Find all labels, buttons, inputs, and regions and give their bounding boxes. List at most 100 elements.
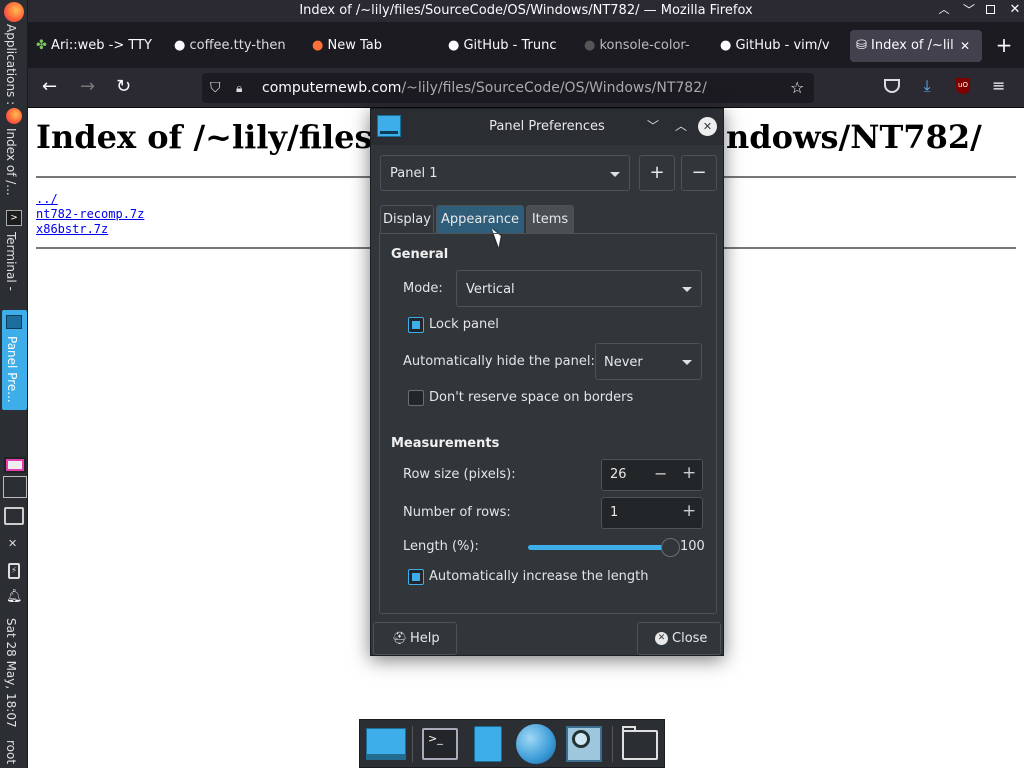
panel-select[interactable]: Panel 1 [380, 155, 630, 191]
auto-length-checkbox[interactable] [408, 569, 424, 585]
pocket-icon[interactable] [884, 79, 900, 93]
forward-icon[interactable]: → [80, 77, 100, 97]
tab-coffee[interactable]: ● coffee.tty-then [174, 30, 304, 62]
reserve-space-checkbox[interactable] [408, 390, 424, 406]
row-size-spinbox[interactable]: 26 − + [601, 459, 703, 491]
lock-icon[interactable]: 🔒︎ [236, 73, 242, 103]
maximize-icon[interactable] [986, 5, 995, 14]
rows-increment-button[interactable]: + [682, 501, 698, 521]
window-title: Index of /~lily/files/SourceCode/OS/Wind… [299, 3, 753, 18]
dialog-close-icon[interactable]: ✕ [698, 117, 717, 136]
reserve-space-label[interactable]: Don't reserve space on borders [429, 390, 633, 405]
bookmark-star-icon[interactable]: ☆ [790, 73, 804, 103]
file-manager-launcher-icon[interactable] [470, 724, 510, 764]
network-icon[interactable] [4, 507, 24, 525]
firefox-tab-icon: ● [312, 38, 324, 53]
reload-icon[interactable]: ↻ [116, 77, 136, 97]
show-desktop-icon[interactable] [364, 724, 406, 764]
new-tab-icon[interactable]: + [994, 35, 1014, 55]
task-terminal[interactable]: Terminal - [4, 232, 18, 302]
lock-panel-checkbox[interactable] [408, 317, 424, 333]
tab-label: Ari::web -> TTY [51, 38, 152, 53]
tab-github-trunc[interactable]: ● GitHub - Trunc [448, 30, 572, 62]
github-icon: ● [720, 38, 732, 53]
tab-ari-web[interactable]: ✤ Ari::web -> TTY [36, 30, 168, 62]
back-icon[interactable]: ← [42, 77, 62, 97]
help-label: Help [410, 631, 440, 646]
length-label: Length (%): [403, 539, 479, 554]
task-panel-preferences[interactable]: Panel Pre... [2, 310, 27, 410]
dialog-minimize-icon[interactable]: ﹀ [647, 118, 661, 134]
lock-panel-label[interactable]: Lock panel [429, 317, 499, 332]
firefox-task-icon [6, 108, 22, 124]
ublock-icon[interactable]: uO [956, 78, 970, 94]
length-slider-track[interactable] [528, 545, 671, 550]
clock[interactable]: Sat 28 May, 18:07 [4, 618, 18, 740]
github-icon: ● [448, 38, 460, 53]
tab-github-vim[interactable]: ● GitHub - vim/v [720, 30, 848, 62]
add-panel-button[interactable]: + [639, 155, 675, 191]
tab-new-tab[interactable]: ● New Tab [312, 30, 440, 62]
puzzle-icon: ✤ [36, 38, 47, 53]
link-parent-dir[interactable]: ../ [36, 192, 58, 207]
battery-icon[interactable]: ⚡ [8, 563, 20, 579]
terminal-launcher-icon[interactable]: >_ [420, 724, 460, 764]
dialog-maximize-icon[interactable]: ︿ [675, 118, 689, 134]
tab-konsole[interactable]: ● konsole-color- [584, 30, 708, 62]
tab-close-icon[interactable]: ✕ [960, 37, 974, 55]
task-firefox[interactable]: Index of /... [4, 128, 18, 202]
rows-spinbox[interactable]: 1 + [601, 497, 703, 529]
tab-bar: ✤ Ari::web -> TTY ● coffee.tty-then ● Ne… [28, 22, 1024, 68]
auto-length-label[interactable]: Automatically increase the length [429, 569, 649, 584]
rows-label: Number of rows: [403, 505, 511, 520]
chevron-down-icon [682, 360, 692, 365]
mode-select[interactable]: Vertical [456, 270, 702, 307]
tab-label: GitHub - vim/v [735, 38, 830, 53]
downloads-icon[interactable]: ⤓ [918, 76, 936, 96]
link-x86bstr[interactable]: x86bstr.7z [36, 222, 108, 237]
color-picker-icon[interactable] [4, 457, 26, 473]
row-size-increment-button[interactable]: + [682, 463, 698, 483]
applications-menu-button[interactable]: Applications : [4, 24, 18, 104]
autohide-value: Never [604, 355, 643, 370]
github-icon: ● [174, 38, 186, 53]
mute-icon[interactable]: ✕ [8, 538, 20, 550]
tab-appearance[interactable]: Appearance [436, 205, 524, 233]
length-slider-handle[interactable] [661, 538, 680, 557]
shield-icon[interactable]: ⛉ [210, 73, 221, 103]
app-finder-launcher-icon[interactable] [564, 724, 604, 764]
remove-panel-button[interactable]: − [681, 155, 717, 191]
row-size-label: Row size (pixels): [403, 467, 516, 482]
chevron-down-icon [682, 287, 692, 292]
general-header: General [391, 247, 449, 262]
row-size-value[interactable]: 26 [610, 467, 627, 482]
url-bar[interactable]: ⛉ 🔒︎ computernewb.com/~lily/files/Source… [202, 73, 814, 103]
task-panel-label: Panel Pre... [5, 336, 19, 403]
tab-label: Index of /~lil [871, 38, 954, 53]
tab-display[interactable]: Display [380, 205, 434, 233]
close-button[interactable]: ✕ Close [637, 622, 721, 655]
minimize-icon[interactable]: ﹀ [962, 2, 976, 18]
page-icon: ⛁ [856, 38, 867, 53]
autohide-select[interactable]: Never [595, 343, 702, 380]
workspace-switcher-icon[interactable] [3, 476, 27, 498]
tab-label: GitHub - Trunc [463, 38, 557, 53]
help-button[interactable]: ⛑︎ Help [373, 622, 457, 655]
firefox-launcher-icon[interactable] [4, 2, 24, 22]
keep-above-icon[interactable]: ︿ [937, 2, 951, 18]
link-nt782-recomp[interactable]: nt782-recomp.7z [36, 207, 144, 222]
row-size-decrement-button[interactable]: − [654, 464, 670, 483]
notification-bell-icon[interactable]: 🔔︎ [6, 589, 23, 605]
folder-launcher-icon[interactable] [620, 724, 660, 764]
dialog-titlebar[interactable]: Panel Preferences ﹀ ︿ ✕ [371, 109, 723, 145]
hamburger-menu-icon[interactable]: ≡ [992, 77, 1008, 95]
rows-value[interactable]: 1 [610, 505, 618, 520]
tab-items[interactable]: Items [526, 205, 574, 233]
url-text: computernewb.com/~lily/files/SourceCode/… [262, 73, 707, 103]
firefox-titlebar[interactable]: Index of /~lily/files/SourceCode/OS/Wind… [28, 0, 1024, 22]
close-window-icon[interactable]: ✕ [1008, 2, 1022, 18]
panel-preferences-dialog: Panel Preferences ﹀ ︿ ✕ Panel 1 + − Disp… [370, 108, 724, 656]
terminal-task-icon: > [6, 210, 22, 226]
web-browser-launcher-icon[interactable] [516, 724, 556, 764]
user-label[interactable]: root [4, 740, 18, 768]
